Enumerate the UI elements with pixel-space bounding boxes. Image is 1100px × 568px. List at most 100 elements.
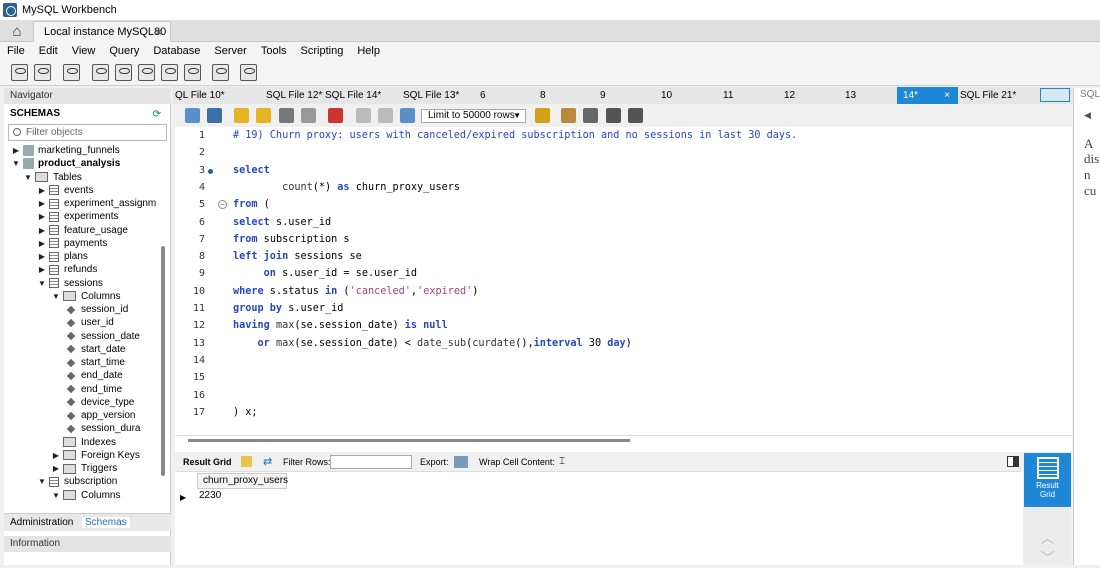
navigator-scrollbar[interactable] bbox=[161, 246, 165, 476]
tree-item[interactable]: start_date bbox=[66, 343, 125, 356]
expand-right-icon[interactable]: ▶ bbox=[38, 237, 46, 250]
editor-tab-8[interactable]: 11 bbox=[723, 87, 733, 104]
editor-tab-10[interactable]: 13 bbox=[845, 87, 856, 104]
tree-item[interactable]: ▶ Triggers bbox=[52, 462, 117, 475]
editor-tab-2[interactable]: SQL File 14* bbox=[325, 87, 381, 104]
toggle-error-icon[interactable] bbox=[328, 108, 343, 123]
grid-icon[interactable] bbox=[241, 456, 252, 467]
code-line[interactable]: count(*) as churn_proxy_users bbox=[233, 182, 460, 193]
toolbar-button-6[interactable] bbox=[161, 64, 178, 81]
tree-item[interactable]: ▶ experiment_assignm bbox=[38, 197, 156, 210]
toolbar-button-3[interactable] bbox=[92, 64, 109, 81]
editor-tab-5[interactable]: 8 bbox=[540, 87, 546, 104]
result-grid-label[interactable]: Result Grid bbox=[183, 457, 232, 467]
tree-item[interactable]: ▼ product_analysis bbox=[12, 157, 120, 170]
home-icon[interactable]: ⌂ bbox=[4, 21, 30, 41]
commit-icon[interactable] bbox=[356, 108, 371, 123]
bookmark-icon[interactable] bbox=[535, 108, 550, 123]
invisible-chars-icon[interactable] bbox=[606, 108, 621, 123]
tree-item[interactable]: ▶ payments bbox=[38, 237, 107, 250]
explain-icon[interactable] bbox=[279, 108, 294, 123]
column-header[interactable]: churn_proxy_users bbox=[197, 473, 288, 489]
editor-tab-11[interactable]: 14* × bbox=[897, 87, 958, 104]
toolbar-button-5[interactable] bbox=[138, 64, 155, 81]
toolbar-button-0[interactable] bbox=[11, 64, 28, 81]
row-selector-icon[interactable]: ▶ bbox=[180, 493, 186, 502]
menu-item-2[interactable]: View bbox=[65, 45, 103, 57]
expand-right-icon[interactable]: ▶ bbox=[38, 184, 46, 197]
toolbar-button-2[interactable] bbox=[63, 64, 80, 81]
tree-item[interactable]: ▼ sessions bbox=[38, 277, 103, 290]
execute-icon[interactable] bbox=[234, 108, 249, 123]
expand-down-icon[interactable]: ▼ bbox=[38, 277, 46, 290]
result-grid-side-button[interactable]: Result Grid bbox=[1024, 453, 1071, 507]
toolbar-button-8[interactable] bbox=[212, 64, 229, 81]
collapse-icon[interactable]: ◀ bbox=[1084, 110, 1091, 121]
tree-item[interactable]: ▶ Foreign Keys bbox=[52, 449, 140, 462]
refresh-results-icon[interactable]: ⇄ bbox=[263, 455, 272, 468]
tree-item[interactable]: ▶ plans bbox=[38, 250, 88, 263]
editor-tab-6[interactable]: 9 bbox=[600, 87, 606, 104]
expand-right-icon[interactable]: ▶ bbox=[38, 197, 46, 210]
filter-objects-input[interactable]: Filter objects bbox=[8, 124, 167, 141]
expand-right-icon[interactable]: ▶ bbox=[38, 224, 46, 237]
expand-down-icon[interactable]: ▼ bbox=[52, 290, 60, 303]
menu-item-6[interactable]: Tools bbox=[254, 45, 294, 57]
code-line[interactable]: select s.user_id bbox=[233, 217, 331, 228]
expand-right-icon[interactable]: ▶ bbox=[38, 263, 46, 276]
expand-right-icon[interactable]: ▶ bbox=[38, 210, 46, 223]
tree-item[interactable]: ▼ Columns bbox=[52, 489, 120, 502]
tree-item[interactable]: ▼ Columns bbox=[52, 290, 120, 303]
table-cell[interactable]: 2230 bbox=[197, 489, 287, 503]
code-line[interactable]: or max(se.session_date) < date_sub(curda… bbox=[233, 338, 632, 349]
tree-item[interactable]: user_id bbox=[66, 316, 114, 329]
connection-tab[interactable]: Local instance MySQL80 × bbox=[33, 21, 171, 42]
export-icon[interactable] bbox=[454, 456, 468, 468]
menu-item-8[interactable]: Help bbox=[350, 45, 387, 57]
expand-down-icon[interactable]: ▼ bbox=[12, 157, 20, 170]
close-icon[interactable]: × bbox=[944, 87, 950, 104]
result-side-scroll[interactable]: ︿ ﹀ bbox=[1024, 508, 1071, 568]
code-line[interactable]: select bbox=[233, 165, 270, 176]
editor-tab-3[interactable]: SQL File 13* bbox=[403, 87, 459, 104]
tree-item[interactable]: ▶ experiments bbox=[38, 210, 119, 223]
refresh-icon[interactable]: ⟳ bbox=[153, 107, 161, 123]
find-icon[interactable] bbox=[583, 108, 598, 123]
code-line[interactable]: on s.user_id = se.user_id bbox=[233, 268, 417, 279]
toolbar-button-7[interactable] bbox=[184, 64, 201, 81]
chevron-up-icon[interactable]: ︿ bbox=[1024, 528, 1071, 548]
tree-item[interactable]: ▶ feature_usage bbox=[38, 224, 128, 237]
toolbar-button-9[interactable] bbox=[240, 64, 257, 81]
code-line[interactable]: group by s.user_id bbox=[233, 303, 343, 314]
menu-item-4[interactable]: Database bbox=[146, 45, 207, 57]
open-file-icon[interactable] bbox=[185, 108, 200, 123]
horizontal-scrollbar[interactable] bbox=[188, 439, 630, 442]
tab-administration[interactable]: Administration bbox=[10, 517, 73, 528]
expand-right-icon[interactable]: ▶ bbox=[38, 250, 46, 263]
tree-item[interactable]: end_date bbox=[66, 369, 123, 382]
tree-item[interactable]: ▼ Tables bbox=[24, 171, 82, 184]
code-line[interactable]: having max(se.session_date) is null bbox=[233, 320, 448, 331]
tree-item[interactable]: start_time bbox=[66, 356, 125, 369]
limit-rows-select[interactable]: Limit to 50000 rows ▼ bbox=[421, 109, 526, 123]
tab-navigation-arrows[interactable] bbox=[1040, 88, 1070, 102]
tree-item[interactable]: Indexes bbox=[52, 436, 116, 449]
expand-down-icon[interactable]: ▼ bbox=[24, 171, 32, 184]
chevron-down-icon[interactable]: ﹀ bbox=[1024, 548, 1071, 568]
tree-item[interactable]: session_id bbox=[66, 303, 128, 316]
fold-toggle-icon[interactable]: − bbox=[218, 200, 227, 210]
menu-item-7[interactable]: Scripting bbox=[294, 45, 351, 57]
editor-tab-7[interactable]: 10 bbox=[661, 87, 672, 104]
code-line[interactable]: # 19) Churn proxy: users with canceled/e… bbox=[233, 130, 797, 141]
expand-down-icon[interactable]: ▼ bbox=[38, 475, 46, 488]
expand-right-icon[interactable]: ▶ bbox=[52, 449, 60, 462]
tree-item[interactable]: ▼ subscription bbox=[38, 475, 117, 488]
expand-right-icon[interactable]: ▶ bbox=[52, 462, 60, 475]
toolbar-button-4[interactable] bbox=[115, 64, 132, 81]
menu-item-3[interactable]: Query bbox=[102, 45, 146, 57]
expand-down-icon[interactable]: ▼ bbox=[52, 489, 60, 502]
wrap-cell-icon[interactable]: ⌶ bbox=[559, 456, 565, 467]
tree-item[interactable]: session_date bbox=[66, 330, 140, 343]
menu-item-5[interactable]: Server bbox=[207, 45, 253, 57]
editor-tab-1[interactable]: SQL File 12* bbox=[266, 87, 322, 104]
